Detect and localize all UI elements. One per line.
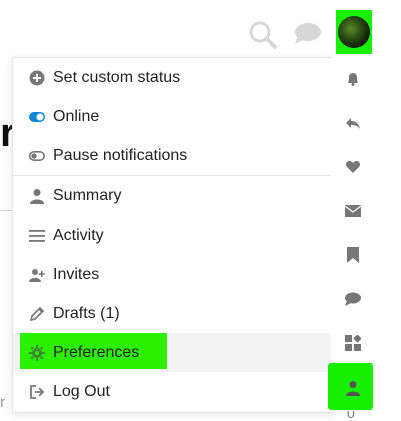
widgets-tab[interactable]	[331, 321, 375, 365]
pause-notifications-item[interactable]: Pause notifications	[13, 136, 332, 175]
drafts-label: Drafts (1)	[53, 304, 120, 322]
online-toggle-item[interactable]: Online	[13, 97, 332, 136]
bookmark-icon	[347, 247, 359, 263]
summary-label: Summary	[53, 186, 122, 204]
invites-label: Invites	[53, 265, 100, 283]
gear-icon	[29, 344, 45, 361]
user-icon	[346, 381, 360, 396]
user-menu-panel: Set custom status Online Pause notificat…	[12, 57, 334, 413]
replies-tab[interactable]	[331, 101, 375, 145]
likes-tab[interactable]	[331, 145, 375, 189]
pencil-icon	[29, 306, 45, 322]
drafts-item[interactable]: Drafts (1)	[13, 294, 332, 333]
chat-tab[interactable]	[331, 277, 375, 321]
user-plus-icon	[29, 267, 45, 283]
plus-circle-icon	[29, 70, 45, 86]
background-divider	[0, 210, 12, 211]
logout-item[interactable]: Log Out	[13, 372, 332, 411]
background-text-fragment: r	[0, 394, 5, 411]
notifications-tab[interactable]	[331, 57, 375, 101]
summary-item[interactable]: Summary	[13, 176, 332, 215]
toggle-on-icon	[29, 109, 45, 125]
preferences-label: Preferences	[53, 343, 140, 361]
online-label: Online	[53, 107, 100, 125]
pause-notifications-label: Pause notifications	[53, 146, 188, 164]
search-icon[interactable]	[248, 20, 278, 50]
preferences-item[interactable]: Preferences	[13, 333, 332, 372]
envelope-icon	[345, 205, 361, 217]
user-avatar[interactable]	[338, 16, 370, 48]
comment-icon	[345, 292, 361, 306]
toggle-off-icon	[29, 148, 45, 164]
activity-label: Activity	[53, 226, 104, 244]
widgets-icon	[345, 335, 361, 351]
set-custom-status-label: Set custom status	[53, 68, 181, 86]
bookmarks-tab[interactable]	[331, 233, 375, 277]
invites-item[interactable]: Invites	[13, 255, 332, 294]
notifications-rail	[331, 57, 375, 411]
sign-out-icon	[29, 384, 45, 400]
logout-label: Log Out	[53, 382, 110, 400]
reply-icon	[346, 118, 360, 129]
activity-item[interactable]: Activity	[13, 216, 332, 255]
chat-icon[interactable]	[292, 22, 322, 46]
bell-icon	[348, 73, 358, 86]
user-icon	[29, 188, 45, 204]
list-icon	[29, 228, 45, 244]
profile-tab[interactable]	[331, 366, 375, 410]
heart-icon	[345, 161, 361, 173]
messages-tab[interactable]	[331, 189, 375, 233]
set-custom-status-item[interactable]: Set custom status	[13, 58, 332, 97]
